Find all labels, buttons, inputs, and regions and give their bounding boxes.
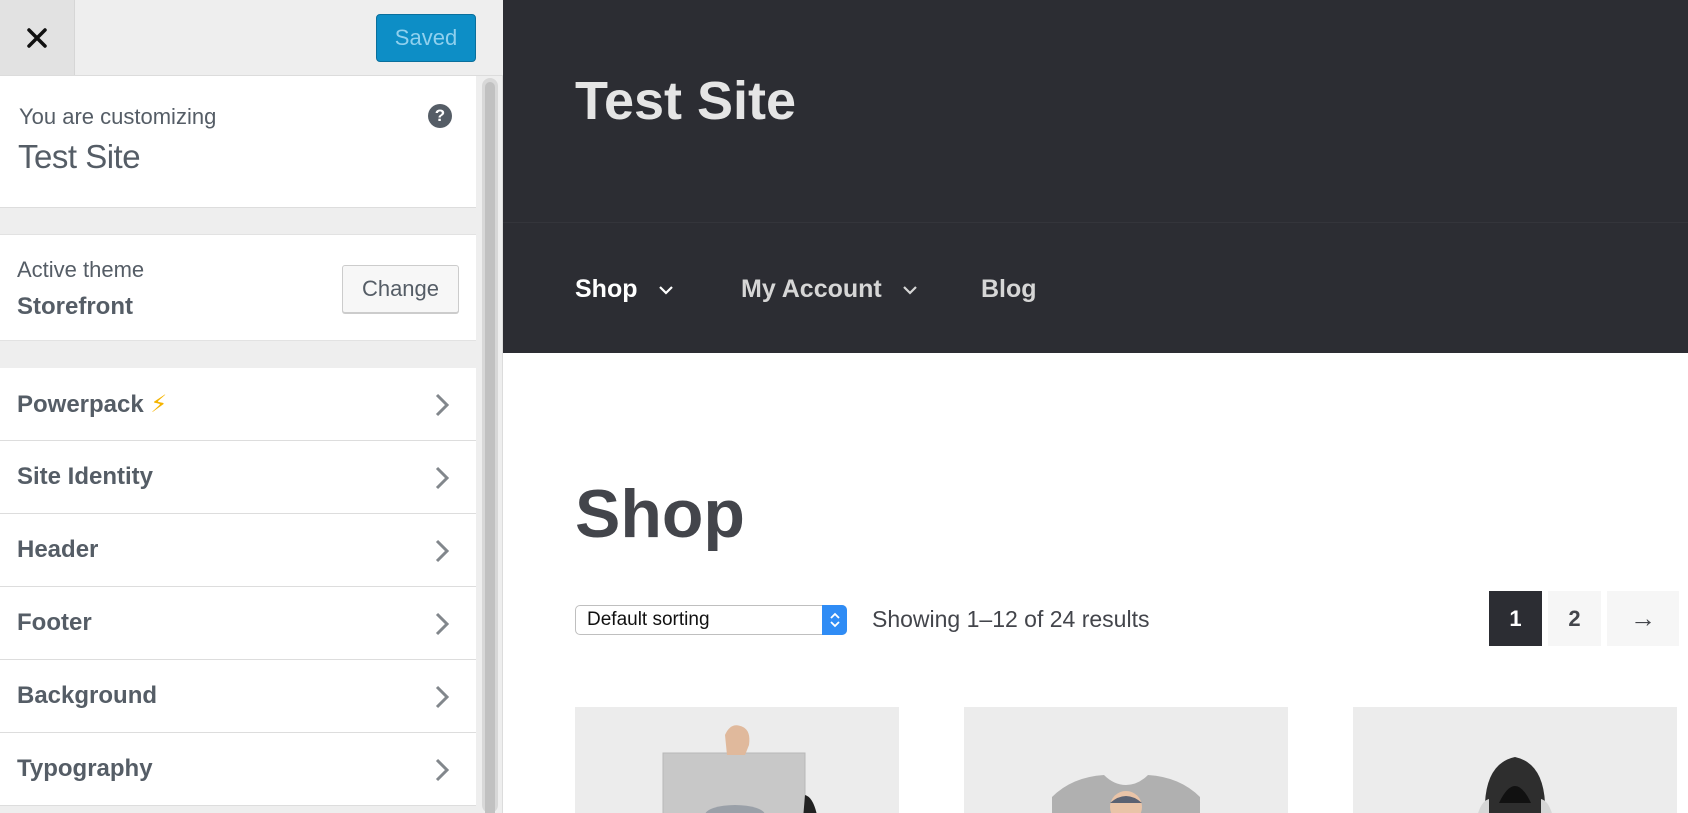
select-arrows-icon: [822, 605, 847, 635]
sorting-select[interactable]: Default sorting: [575, 605, 847, 635]
section-powerpack[interactable]: Powerpack ⚡: [0, 368, 476, 441]
help-icon[interactable]: ?: [428, 104, 452, 128]
customizing-label: You are customizing: [19, 104, 217, 129]
active-theme-label: Active theme: [17, 257, 145, 282]
save-button[interactable]: Saved: [376, 14, 476, 62]
pagination-next[interactable]: →: [1607, 591, 1679, 646]
section-label: Site Identity: [17, 463, 154, 490]
section-header[interactable]: Header: [0, 514, 476, 587]
active-theme-block: Active theme Storefront Change: [0, 234, 476, 341]
lightning-icon: ⚡: [150, 391, 168, 418]
chevron-down-icon: [658, 285, 673, 295]
section-label: Typography: [17, 755, 153, 782]
sorting-selected-value: Default sorting: [587, 609, 710, 630]
section-label: Background: [17, 682, 158, 709]
section-label: Powerpack ⚡: [17, 391, 168, 418]
scrollbar-thumb[interactable]: [485, 82, 495, 813]
nav-item-label: Blog: [981, 275, 1037, 303]
customizing-site-name: Test Site: [18, 138, 141, 175]
product-image-poster: [662, 725, 817, 813]
primary-navigation: Shop My Account Blog: [503, 222, 1688, 353]
chevron-right-icon: [435, 758, 450, 782]
customizer-panel: You are customizing Test Site ? Active t…: [0, 76, 476, 813]
product-image-hoodie: [1478, 757, 1552, 813]
section-site-identity[interactable]: Site Identity: [0, 441, 476, 514]
section-typography[interactable]: Typography: [0, 733, 476, 806]
customizer-sections: Powerpack ⚡ Site Identity Header Footer …: [0, 368, 476, 806]
chevron-right-icon: [435, 612, 450, 636]
site-preview: Test Site Shop My Account Blog Shop Defa…: [503, 0, 1688, 813]
section-label: Header: [17, 536, 99, 563]
site-header: Test Site: [503, 0, 1688, 222]
pagination-page-1[interactable]: 1: [1489, 591, 1542, 646]
pagination-page-2[interactable]: 2: [1548, 591, 1601, 646]
nav-item-blog[interactable]: Blog: [981, 275, 1037, 304]
chevron-right-icon: [435, 539, 450, 563]
close-icon: [27, 27, 47, 48]
product-card[interactable]: [964, 707, 1288, 813]
chevron-down-icon: [902, 285, 917, 295]
nav-item-label: My Account: [741, 275, 882, 303]
section-background[interactable]: Background: [0, 660, 476, 733]
product-card[interactable]: [1353, 707, 1677, 813]
site-title[interactable]: Test Site: [575, 70, 796, 132]
section-footer[interactable]: Footer: [0, 587, 476, 660]
active-theme-name: Storefront: [17, 293, 133, 320]
section-label: Footer: [17, 609, 92, 636]
customizing-info: You are customizing Test Site ?: [0, 76, 476, 208]
product-image-tshirt: [1052, 775, 1200, 813]
change-theme-button[interactable]: Change: [342, 265, 459, 313]
sidebar-scrollbar[interactable]: [482, 78, 498, 813]
customizer-sidebar: Saved You are customizing Test Site ? Ac…: [0, 0, 503, 813]
chevron-right-icon: [435, 466, 450, 490]
nav-item-shop[interactable]: Shop: [575, 275, 674, 304]
customizer-header: Saved: [0, 0, 503, 76]
page-title: Shop: [575, 476, 745, 552]
results-count: Showing 1–12 of 24 results: [872, 606, 1150, 632]
chevron-right-icon: [435, 393, 450, 417]
nav-item-label: Shop: [575, 275, 638, 303]
product-card[interactable]: [575, 707, 899, 813]
close-customizer-button[interactable]: [0, 0, 75, 75]
chevron-right-icon: [435, 685, 450, 709]
nav-item-my-account[interactable]: My Account: [741, 275, 918, 304]
